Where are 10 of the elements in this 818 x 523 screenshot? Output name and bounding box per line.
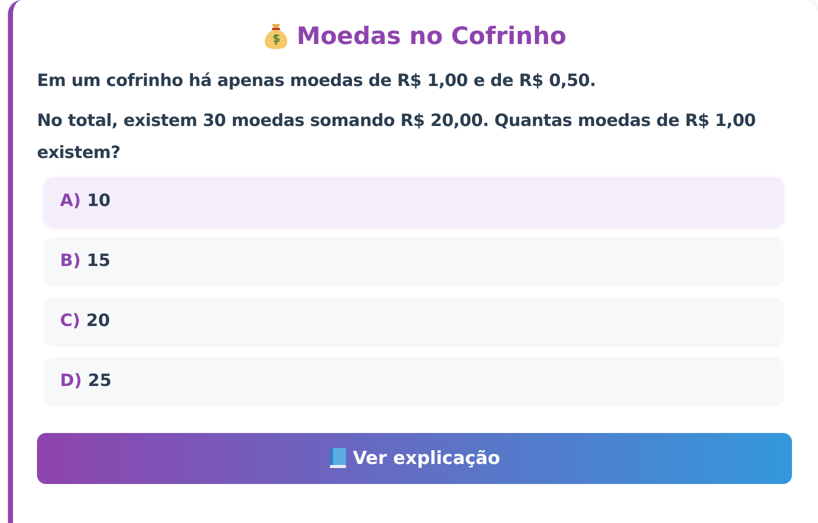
question-text: Em um cofrinho há apenas moedas de R$ 1,00 e de R$ 0,50. xyxy=(37,70,597,93)
money-bag-icon xyxy=(262,22,289,50)
quiz-title: Moedas no Cofrinho xyxy=(296,22,566,51)
answer-option[interactable]: C) 20 xyxy=(44,296,784,347)
question-text: No total, existem 30 moedas somando R$ 20,00. Quantas moedas de R$ 1,00 existem? xyxy=(37,110,757,165)
explanation-button[interactable]: Ver explicação xyxy=(37,432,792,484)
answer-option[interactable]: D) 25 xyxy=(44,356,784,407)
answer-option[interactable]: B) 15 xyxy=(44,236,784,287)
book-icon xyxy=(328,447,347,470)
answer-option[interactable]: A) 10 xyxy=(44,176,784,227)
